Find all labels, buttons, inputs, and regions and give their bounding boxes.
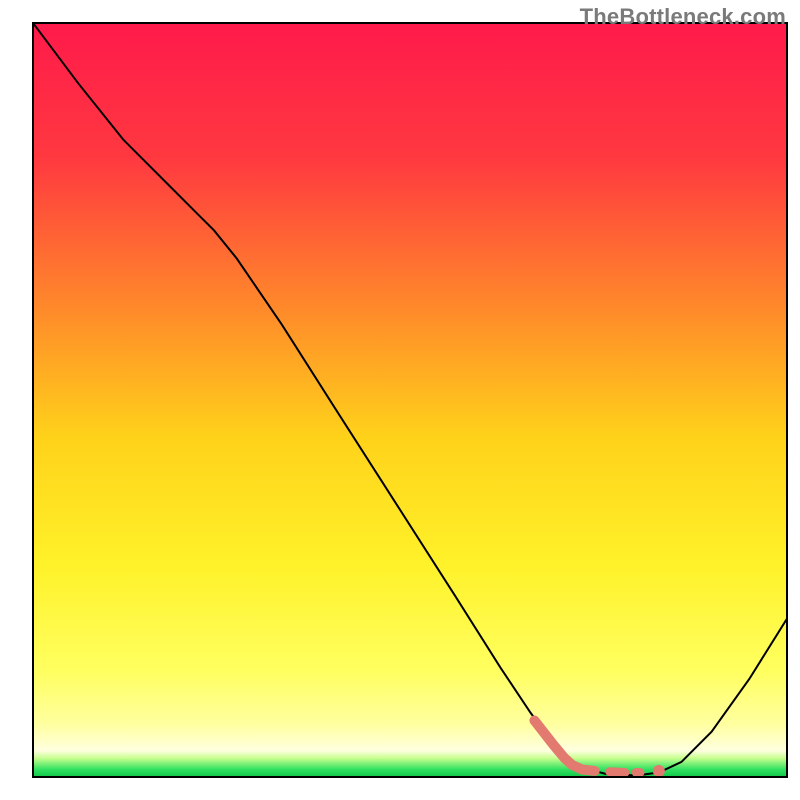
bottleneck-chart — [0, 0, 800, 800]
series-end-dot — [653, 765, 665, 777]
chart-container: TheBottleneck.com — [0, 0, 800, 800]
gradient-background — [33, 23, 787, 777]
bottom-dash-segments — [610, 772, 640, 773]
watermark-text: TheBottleneck.com — [580, 4, 786, 30]
